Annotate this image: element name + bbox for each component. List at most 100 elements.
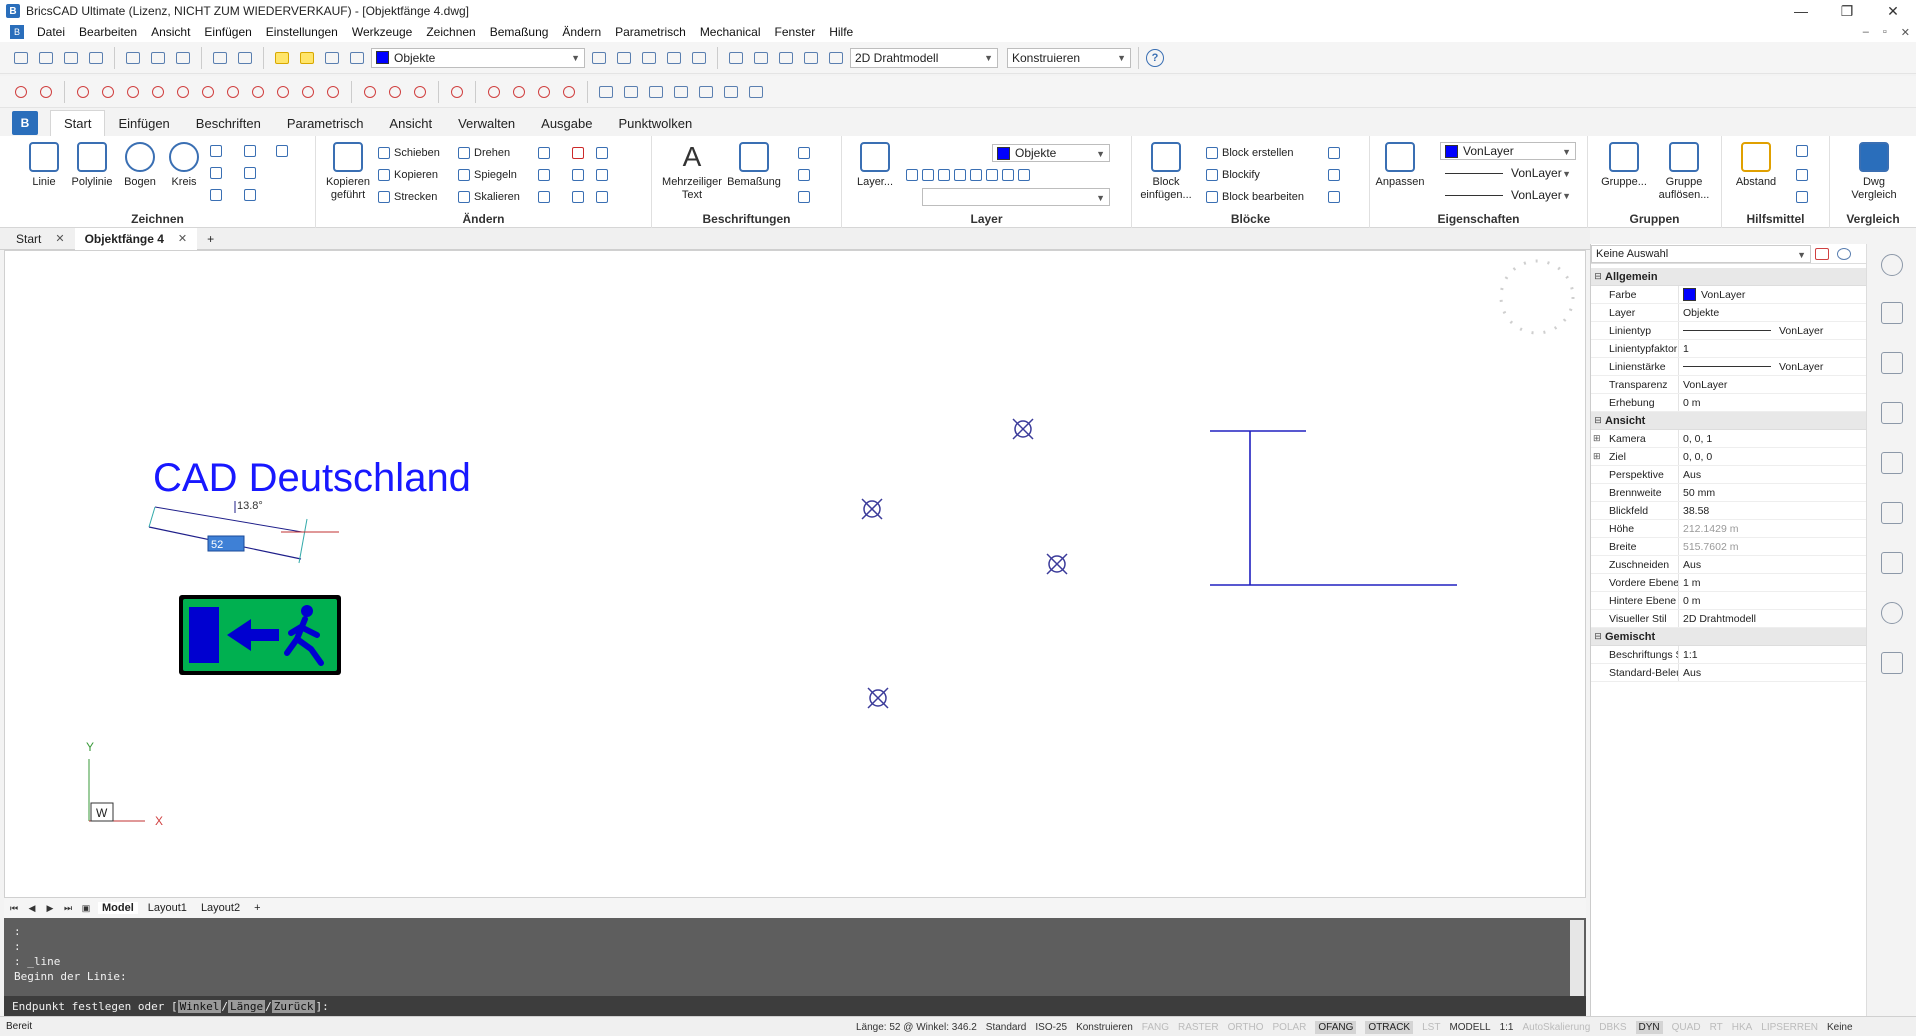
close-icon[interactable]: ✕ xyxy=(178,232,187,245)
status-item[interactable]: DYN xyxy=(1635,1020,1663,1034)
menu-parametrisch[interactable]: Parametrisch xyxy=(608,25,693,39)
tab-einfuegen[interactable]: Einfügen xyxy=(105,110,182,136)
prev-layout-icon[interactable]: ◀ xyxy=(26,903,38,914)
block-bearbeiten-button[interactable]: Block bearbeiten xyxy=(1206,188,1304,206)
layer-tools-row[interactable] xyxy=(906,166,1034,184)
region-tool[interactable] xyxy=(276,142,292,160)
property-value[interactable]: 0 m xyxy=(1679,592,1867,609)
linie-button[interactable]: Linie xyxy=(20,142,68,189)
property-value[interactable]: 50 mm xyxy=(1679,484,1867,501)
option-winkel[interactable]: Winkel xyxy=(177,999,222,1013)
layer-walk-icon[interactable] xyxy=(688,47,710,69)
status-item[interactable]: Keine xyxy=(1827,1022,1853,1033)
snap-endpoint-icon[interactable] xyxy=(10,81,32,103)
property-value[interactable]: 0, 0, 1 xyxy=(1679,430,1867,447)
menu-datei[interactable]: Datei xyxy=(30,25,72,39)
node-marker[interactable] xyxy=(867,687,889,709)
hatch-pattern-icon[interactable] xyxy=(1881,452,1903,474)
quick-select-tool[interactable] xyxy=(1796,166,1812,184)
tab-ansicht[interactable]: Ansicht xyxy=(376,110,445,136)
bemassung-button[interactable]: Bemaßung xyxy=(724,142,784,189)
structure-tree-icon[interactable] xyxy=(1881,552,1903,574)
tab-parametrisch[interactable]: Parametrisch xyxy=(274,110,377,136)
open-icon[interactable] xyxy=(35,47,57,69)
menu-bemassung[interactable]: Bemaßung xyxy=(483,25,556,39)
snap-from-icon[interactable] xyxy=(446,81,468,103)
property-row[interactable]: ⊞ Ziel 0, 0, 0 xyxy=(1591,448,1867,466)
snap-midpoint-icon[interactable] xyxy=(35,81,57,103)
layers-icon[interactable] xyxy=(1881,352,1903,374)
filter-icon[interactable] xyxy=(1811,243,1833,265)
bogen-button[interactable]: Bogen xyxy=(116,142,164,189)
property-value[interactable]: Aus xyxy=(1679,556,1867,573)
lightbulb-icon[interactable] xyxy=(1881,254,1903,276)
layout-tab-model[interactable]: Model xyxy=(98,902,138,914)
block-attribute-tool[interactable] xyxy=(1328,144,1344,162)
layer-freeze-icon[interactable] xyxy=(296,47,318,69)
property-value[interactable]: VonLayer xyxy=(1679,358,1867,375)
rectangle-tool[interactable] xyxy=(210,142,226,160)
menu-zeichnen[interactable]: Zeichnen xyxy=(419,25,482,39)
snap-tangent-icon[interactable] xyxy=(247,81,269,103)
document-icon[interactable]: B xyxy=(10,25,24,39)
property-value[interactable]: 1 xyxy=(1679,340,1867,357)
property-value[interactable]: Aus xyxy=(1679,466,1867,483)
skalieren-button[interactable]: Skalieren xyxy=(458,188,520,206)
dwg-vergleich-button[interactable]: Dwg Vergleich xyxy=(1846,142,1902,202)
first-layout-icon[interactable]: ⏮ xyxy=(8,903,20,914)
status-item[interactable]: LST xyxy=(1422,1022,1440,1033)
property-section[interactable]: ⊟ Gemischt xyxy=(1591,628,1867,646)
i-beam-shape[interactable] xyxy=(1210,430,1457,586)
blockify-button[interactable]: Blockify xyxy=(1206,166,1260,184)
doc-minimize-button[interactable]: – xyxy=(1863,26,1869,38)
properties-icon[interactable] xyxy=(725,47,747,69)
collapse-icon[interactable]: ⊟ xyxy=(1591,631,1605,642)
doc-close-button[interactable]: ✕ xyxy=(1901,26,1910,39)
doc-tab-objektfaenge[interactable]: Objektfänge 4 ✕ xyxy=(74,227,198,250)
status-item[interactable]: RASTER xyxy=(1178,1022,1219,1033)
hatch-tool[interactable] xyxy=(244,164,260,182)
property-section[interactable]: ⊟ Ansicht xyxy=(1591,412,1867,430)
expand-icon[interactable]: ⊞ xyxy=(1593,433,1601,444)
property-value[interactable]: 38.58 xyxy=(1679,502,1867,519)
new-tab-button[interactable]: + xyxy=(197,228,224,250)
property-value[interactable]: Aus xyxy=(1679,664,1867,681)
menu-aendern[interactable]: Ändern xyxy=(555,25,608,39)
snap-extension-icon[interactable] xyxy=(122,81,144,103)
status-item[interactable]: Standard xyxy=(986,1022,1027,1033)
zoom-window-icon[interactable] xyxy=(620,81,642,103)
property-row[interactable]: Visueller Stil 2D Drahtmodell xyxy=(1591,610,1867,628)
cad-text[interactable]: CAD Deutschland xyxy=(153,456,471,500)
property-row[interactable]: Linienstärke VonLayer xyxy=(1591,358,1867,376)
status-item[interactable]: HKA xyxy=(1732,1022,1753,1033)
tool-palette-icon[interactable] xyxy=(800,47,822,69)
undo-icon[interactable] xyxy=(209,47,231,69)
visual-style-combo[interactable]: 2D Drahtmodell ▼ xyxy=(850,47,998,68)
property-value[interactable]: 0, 0, 0 xyxy=(1679,448,1867,465)
offset-tool[interactable] xyxy=(572,188,588,206)
snap-perpendicular-icon[interactable] xyxy=(197,81,219,103)
table-tool[interactable] xyxy=(798,188,814,206)
kopieren-button[interactable]: Kopieren xyxy=(378,166,438,184)
tab-start[interactable]: Start xyxy=(50,110,106,136)
status-item[interactable]: QUAD xyxy=(1672,1022,1701,1033)
layout-tab-layout2[interactable]: Layout2 xyxy=(197,902,244,914)
erase-tool[interactable] xyxy=(572,144,588,162)
property-row[interactable]: Perspektive Aus xyxy=(1591,466,1867,484)
new-icon[interactable] xyxy=(10,47,32,69)
kopieren-gefuehrt-button[interactable]: Kopieren geführt xyxy=(320,142,376,202)
menu-einstellungen[interactable]: Einstellungen xyxy=(259,25,345,39)
status-item[interactable]: ISO-25 xyxy=(1035,1022,1067,1033)
status-item[interactable]: POLAR xyxy=(1273,1022,1307,1033)
status-item[interactable]: DBKS xyxy=(1599,1022,1626,1033)
property-row[interactable]: Erhebung 0 m xyxy=(1591,394,1867,412)
property-value[interactable]: 2D Drahtmodell xyxy=(1679,610,1867,627)
close-icon[interactable]: ✕ xyxy=(55,232,64,245)
schieben-button[interactable]: Schieben xyxy=(378,144,440,162)
redo-icon[interactable] xyxy=(234,47,256,69)
dim-aligned-tool[interactable] xyxy=(798,166,814,184)
drehen-button[interactable]: Drehen xyxy=(458,144,510,162)
selection-combo[interactable]: Keine Auswahl ▼ xyxy=(1591,244,1811,263)
dim-style-tool[interactable] xyxy=(798,144,814,162)
menu-einfuegen[interactable]: Einfügen xyxy=(197,25,258,39)
